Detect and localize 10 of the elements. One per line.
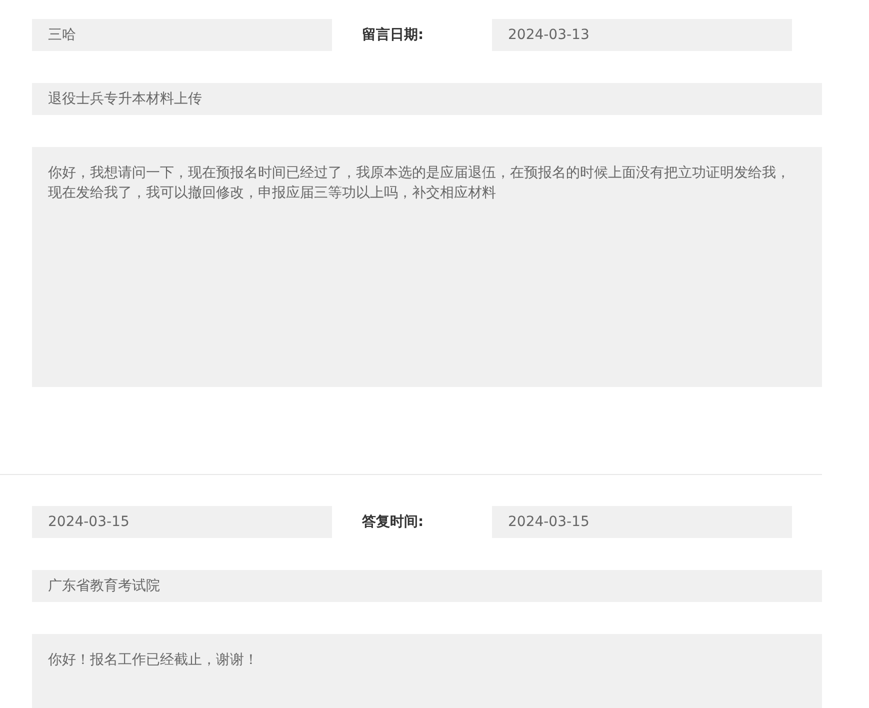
message-field: 你好，我想请问一下，现在预报名时间已经过了，我原本选的是应届退伍，在预报名的时候上面没有把立功证明发给我，现在发给我了，我可以撤回修改，申报应届三等功以上吗，补交相应材料 [32, 147, 822, 387]
department-field: 广东省教育考试院 [32, 570, 822, 602]
subject-field: 退役士兵专升本材料上传 [32, 83, 822, 115]
reply-date-field: 2024-03-15 [32, 506, 332, 538]
name-field: 三哈 [32, 19, 332, 51]
date-field: 2024-03-13 [492, 19, 792, 51]
date-label: 留言日期: [361, 26, 425, 44]
reply-time-label: 答复时间: [361, 513, 425, 531]
reply-time-field: 2024-03-15 [492, 506, 792, 538]
reply-field: 你好！报名工作已经截止，谢谢！ [32, 634, 822, 708]
